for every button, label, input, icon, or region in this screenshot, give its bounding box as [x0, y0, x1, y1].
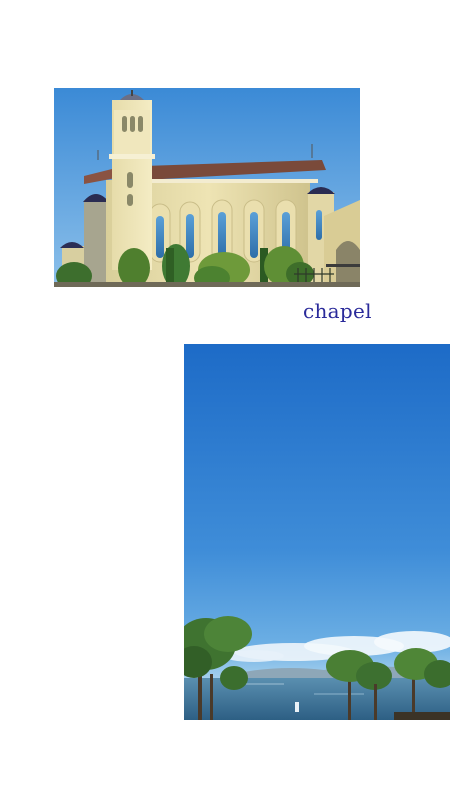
sky-lake-photo [184, 344, 450, 720]
photo-caption: chapel [303, 299, 372, 323]
chapel-photo [54, 88, 360, 287]
